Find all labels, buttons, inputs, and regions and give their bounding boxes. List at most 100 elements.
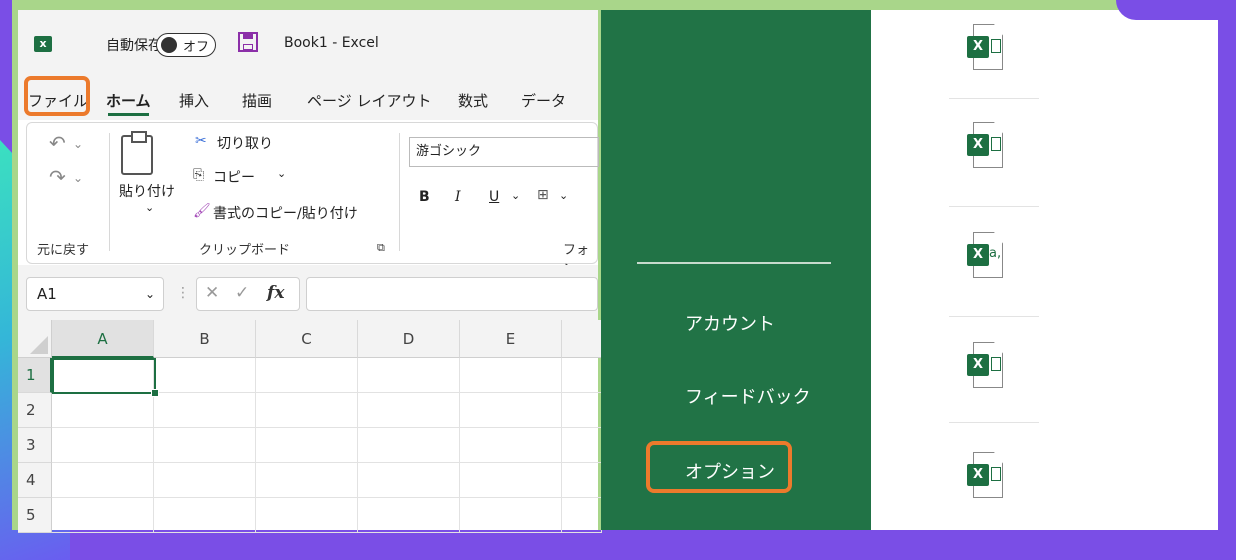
chevron-down-icon[interactable]: ⌄ (145, 278, 155, 310)
grid-cell[interactable] (154, 393, 256, 428)
row-header[interactable]: 1 (18, 358, 52, 393)
underline-button[interactable]: U (489, 189, 499, 205)
underline-dropdown-icon[interactable]: ⌄ (511, 189, 520, 202)
bold-button[interactable]: B (419, 189, 430, 205)
font-name-field[interactable]: 游ゴシック (409, 137, 599, 167)
grid-cell[interactable] (154, 463, 256, 498)
column-header[interactable] (562, 320, 602, 358)
clipboard-launcher-icon[interactable]: ⧉ (377, 241, 385, 255)
grid-cell[interactable] (460, 498, 562, 533)
list-divider (949, 98, 1039, 99)
tab-draw[interactable]: 描画 (242, 90, 272, 111)
tab-insert[interactable]: 挿入 (179, 90, 209, 111)
recent-file-item[interactable]: X (967, 342, 1005, 388)
copy-icon[interactable]: ⎘ (193, 167, 204, 183)
grid-cell[interactable] (154, 498, 256, 533)
paste-label[interactable]: 貼り付け (119, 181, 175, 201)
paste-dropdown-icon[interactable]: ⌄ (145, 201, 154, 214)
grid-cell[interactable] (358, 463, 460, 498)
row-header[interactable]: 3 (18, 428, 52, 463)
active-cell[interactable] (52, 358, 159, 397)
grid-cell[interactable] (358, 428, 460, 463)
excel-workbook-icon: X (967, 134, 989, 156)
grid-cell[interactable] (52, 498, 154, 533)
row-header[interactable]: 5 (18, 498, 52, 533)
excel-workbook-icon: X (967, 354, 989, 376)
name-box-value: A1 (37, 285, 57, 303)
save-icon[interactable] (238, 32, 258, 52)
tab-page-layout[interactable]: ページ レイアウト (307, 90, 431, 111)
redo-dropdown-icon[interactable]: ⌄ (73, 171, 83, 185)
recent-file-item[interactable]: X a, (967, 232, 1005, 278)
excel-logo-icon: x (34, 36, 52, 52)
recent-file-item[interactable]: X (967, 24, 1005, 70)
cancel-icon[interactable]: ✕ (205, 283, 219, 303)
grid-cell[interactable] (460, 463, 562, 498)
nav-item-feedback[interactable]: フィードバック (685, 383, 811, 409)
grid-cell[interactable] (256, 358, 358, 393)
row-header[interactable]: 2 (18, 393, 52, 428)
grid-cell[interactable] (256, 393, 358, 428)
ribbon-home: ↶ ⌄ ↷ ⌄ 元に戻す 貼り付け ⌄ ✂ 切り取り ⎘ コピー ⌄ 🖌 書式の… (26, 122, 599, 277)
grid-cell[interactable] (562, 498, 602, 533)
clipboard-group-label: クリップボード (199, 243, 291, 258)
tab-home[interactable]: ホーム (106, 90, 151, 116)
autosave-toggle[interactable]: オフ (156, 33, 216, 57)
undo-dropdown-icon[interactable]: ⌄ (73, 137, 83, 151)
grid-cell[interactable] (52, 463, 154, 498)
borders-dropdown-icon[interactable]: ⌄ (559, 189, 568, 202)
borders-icon[interactable]: ⊞ (537, 187, 549, 203)
grid-cell[interactable] (358, 498, 460, 533)
row-header[interactable]: 4 (18, 463, 52, 498)
grid-cell[interactable] (52, 393, 154, 428)
enter-icon[interactable]: ✓ (235, 283, 249, 303)
grid-cell[interactable] (460, 428, 562, 463)
format-painter-button[interactable]: 書式のコピー/貼り付け (213, 203, 358, 223)
grid-cell[interactable] (562, 428, 602, 463)
name-box[interactable]: A1 ⌄ (26, 277, 164, 311)
undo-icon[interactable]: ↶ (49, 131, 66, 155)
formula-input[interactable] (306, 277, 598, 311)
select-all-button[interactable] (18, 320, 52, 358)
insert-function-icon[interactable]: fx (267, 283, 284, 303)
grid-cell[interactable] (460, 358, 562, 393)
paste-icon[interactable] (121, 131, 153, 175)
italic-button[interactable]: I (455, 189, 461, 205)
grid-cell[interactable] (562, 358, 602, 393)
grid-cell[interactable] (256, 428, 358, 463)
nav-divider (637, 262, 831, 264)
sheet-grid-icon (991, 357, 1001, 371)
column-header[interactable]: E (460, 320, 562, 358)
grid-cell[interactable] (358, 358, 460, 393)
column-header[interactable]: D (358, 320, 460, 358)
grid-cell[interactable] (562, 463, 602, 498)
grid-cell[interactable] (256, 463, 358, 498)
cut-button[interactable]: 切り取り (217, 133, 273, 153)
column-header[interactable]: C (256, 320, 358, 358)
document-title: Book1 - Excel (284, 35, 379, 51)
options-highlight (646, 441, 792, 493)
copy-dropdown-icon[interactable]: ⌄ (277, 167, 286, 180)
format-painter-icon[interactable]: 🖌 (193, 203, 211, 219)
tab-data[interactable]: データ (521, 90, 566, 111)
nav-item-account[interactable]: アカウント (685, 310, 775, 336)
grid-cell[interactable] (460, 393, 562, 428)
formula-bar: A1 ⌄ ⋮ ✕ ✓ fx (18, 265, 598, 320)
scissors-icon[interactable]: ✂ (195, 133, 207, 149)
grid-cell[interactable] (562, 393, 602, 428)
toggle-knob (161, 37, 177, 53)
grid-cell[interactable] (52, 428, 154, 463)
recent-file-item[interactable]: X (967, 452, 1005, 498)
column-header[interactable]: A (52, 320, 154, 358)
column-header[interactable]: B (154, 320, 256, 358)
sheet-grid-icon (991, 137, 1001, 151)
grid-cell[interactable] (154, 428, 256, 463)
grid-cell[interactable] (256, 498, 358, 533)
redo-icon[interactable]: ↷ (49, 165, 66, 189)
grid-cell[interactable] (358, 393, 460, 428)
tab-formulas[interactable]: 数式 (458, 90, 488, 111)
recent-file-item[interactable]: X (967, 122, 1005, 168)
copy-button[interactable]: コピー (213, 167, 255, 187)
grid-cell[interactable] (154, 358, 256, 393)
more-icon: ⋮ (176, 285, 190, 301)
